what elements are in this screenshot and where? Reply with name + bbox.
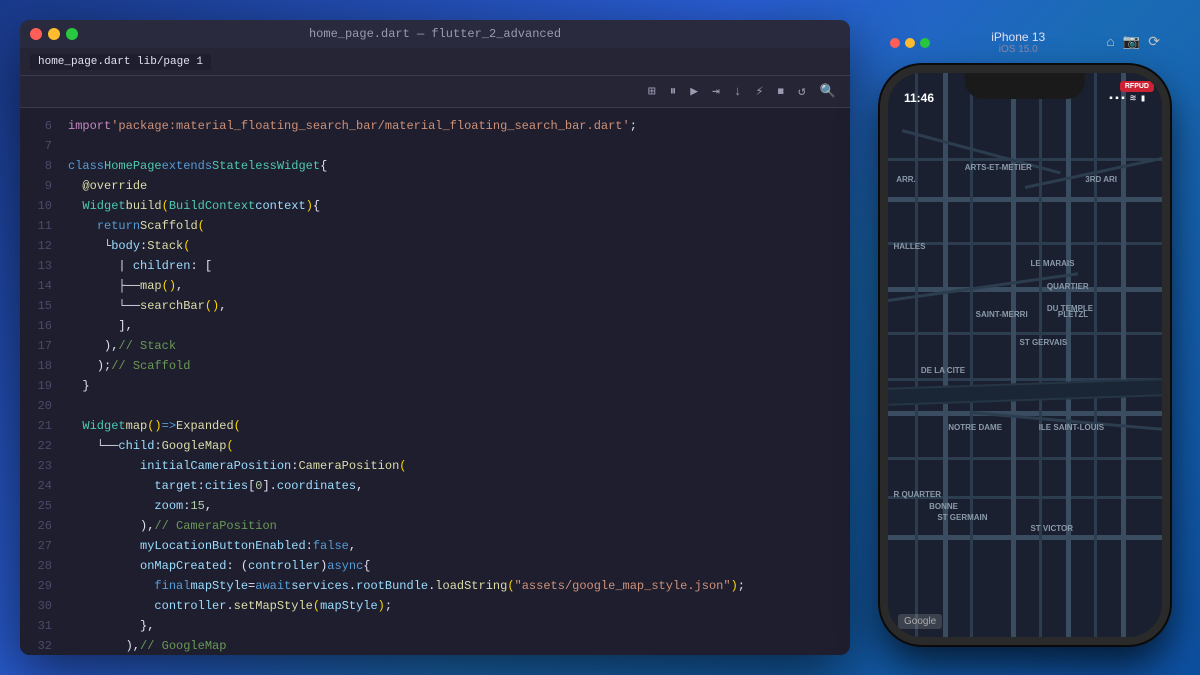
line-numbers: 6 7 8 9 10 11 12 13 14 15 16 17 18 19 20… (20, 108, 60, 655)
map-label-st-germain: ST GERMAIN (937, 513, 987, 522)
code-line-32: ), // GoogleMap (68, 636, 850, 655)
map-label-notre-dame: NOTRE DAME (948, 423, 1002, 432)
traffic-lights (30, 28, 78, 40)
code-line-16: ], (68, 316, 850, 336)
map-label-halles: HALLES (893, 242, 925, 251)
phone-minimize[interactable] (905, 38, 915, 48)
active-tab[interactable]: home_page.dart lib/page 1 (30, 54, 211, 70)
code-line-14: ├──map(), (68, 276, 850, 296)
phone-container: iPhone 13 iOS 15.0 ⌂ 📷 ⟳ (870, 30, 1180, 645)
code-line-11: return Scaffold( (68, 216, 850, 236)
code-line-18: ); // Scaffold (68, 356, 850, 376)
rotate-icon[interactable]: ⟳ (1148, 34, 1160, 51)
code-line-25: zoom: 15, (68, 496, 850, 516)
code-line-17: ), // Stack (68, 336, 850, 356)
map-label-saint-merri: SAINT-MERRI (976, 310, 1028, 319)
ide-window: home_page.dart — flutter_2_advanced home… (20, 20, 850, 655)
code-editor[interactable]: import 'package:material_floating_search… (60, 108, 850, 655)
code-line-24: target: cities[0].coordinates, (68, 476, 850, 496)
zoom-icon[interactable]: 🔍 (816, 82, 840, 101)
code-line-7 (68, 136, 850, 156)
phone-close[interactable] (890, 38, 900, 48)
code-line-30: controller.setMapStyle(mapStyle); (68, 596, 850, 616)
code-line-28: onMapCreated: (controller) async { (68, 556, 850, 576)
reload-icon[interactable]: ↺ (794, 82, 810, 101)
device-name: iPhone 13 (991, 30, 1045, 44)
map-label-arts: ARTS-ET-METIER (965, 163, 1032, 172)
google-watermark: Google (898, 614, 942, 629)
code-line-29: final mapStyle = await services.rootBund… (68, 576, 850, 596)
code-line-23: initialCameraPosition: CameraPosition( (68, 456, 850, 476)
map-label-3rd: 3RD ARI (1085, 175, 1117, 184)
wifi-icon: ≋ (1130, 93, 1136, 105)
lightning-icon[interactable]: ⚡ (752, 82, 768, 101)
code-line-8: class HomePage extends StatelessWidget { (68, 156, 850, 176)
status-icons: ▪▪▪ ≋ ▮ (1108, 93, 1146, 105)
step-over-icon[interactable]: ⇥ (708, 82, 724, 101)
phone-time: 11:46 (904, 91, 934, 105)
stop-icon[interactable]: ⏹ (773, 82, 788, 101)
step-into-icon[interactable]: ↓ (730, 82, 746, 101)
signal-icon: ▪▪▪ (1108, 94, 1126, 105)
map-label-arr: ARR. (896, 175, 916, 184)
grid-icon[interactable]: ⊞ (644, 82, 660, 101)
map-label-bonne: BONNE (929, 502, 958, 511)
screenshot-icon[interactable]: 📷 (1123, 34, 1140, 51)
minimize-button[interactable] (48, 28, 60, 40)
debug-badge: RFPUD (1120, 81, 1154, 92)
map-label-marais: LE MARAIS (1030, 259, 1074, 268)
code-line-6: import 'package:material_floating_search… (68, 116, 850, 136)
map-label-st-gervais: ST GERVAIS (1020, 338, 1068, 347)
device-os: iOS 15.0 (999, 44, 1038, 55)
code-line-10: Widget build(BuildContext context) { (68, 196, 850, 216)
maximize-button[interactable] (66, 28, 78, 40)
code-line-12: └body: Stack( (68, 236, 850, 256)
code-line-31: }, (68, 616, 850, 636)
title-bar: home_page.dart — flutter_2_advanced (20, 20, 850, 48)
play-icon[interactable]: ▶ (686, 82, 702, 101)
pause-icon[interactable]: ⏸ (666, 82, 681, 101)
code-line-15: └──searchBar(), (68, 296, 850, 316)
phone-screen: ARR. ARTS-ET-METIER 3RD ARI HALLES LE MA… (888, 73, 1162, 637)
map-label-pletzl: PLETZL (1058, 310, 1088, 319)
code-line-9: @override (68, 176, 850, 196)
code-line-21: Widget map() => Expanded( (68, 416, 850, 436)
map-label-st-victor: ST VICTOR (1030, 524, 1073, 533)
home-icon[interactable]: ⌂ (1106, 35, 1114, 51)
phone-mockup: ARR. ARTS-ET-METIER 3RD ARI HALLES LE MA… (880, 65, 1170, 645)
code-line-22: └──child: GoogleMap( (68, 436, 850, 456)
phone-maximize[interactable] (920, 38, 930, 48)
phone-info-bar: iPhone 13 iOS 15.0 ⌂ 📷 ⟳ (880, 30, 1170, 55)
battery-icon: ▮ (1140, 93, 1146, 105)
code-line-27: myLocationButtonEnabled: false, (68, 536, 850, 556)
map-label-quartier: QUARTIER (1047, 282, 1089, 291)
code-area: 6 7 8 9 10 11 12 13 14 15 16 17 18 19 20… (20, 108, 850, 655)
code-line-13: | children: [ (68, 256, 850, 276)
tab-bar: home_page.dart lib/page 1 (20, 48, 850, 76)
code-line-26: ), // CameraPosition (68, 516, 850, 536)
window-title: home_page.dart — flutter_2_advanced (309, 27, 561, 41)
close-button[interactable] (30, 28, 42, 40)
phone-top-icons: ⌂ 📷 ⟳ (1106, 34, 1160, 51)
map-label-ile-saint: ILE SAINT-LOUIS (1039, 423, 1104, 432)
code-line-20 (68, 396, 850, 416)
map-label-r-quarter: R QUARTER (893, 490, 941, 499)
code-line-19: } (68, 376, 850, 396)
phone-traffic-lights (890, 38, 930, 48)
map-label-cite: DE LA CITE (921, 366, 965, 375)
map-background: ARR. ARTS-ET-METIER 3RD ARI HALLES LE MA… (888, 73, 1162, 637)
toolbar: ⊞ ⏸ ▶ ⇥ ↓ ⚡ ⏹ ↺ 🔍 (20, 76, 850, 108)
